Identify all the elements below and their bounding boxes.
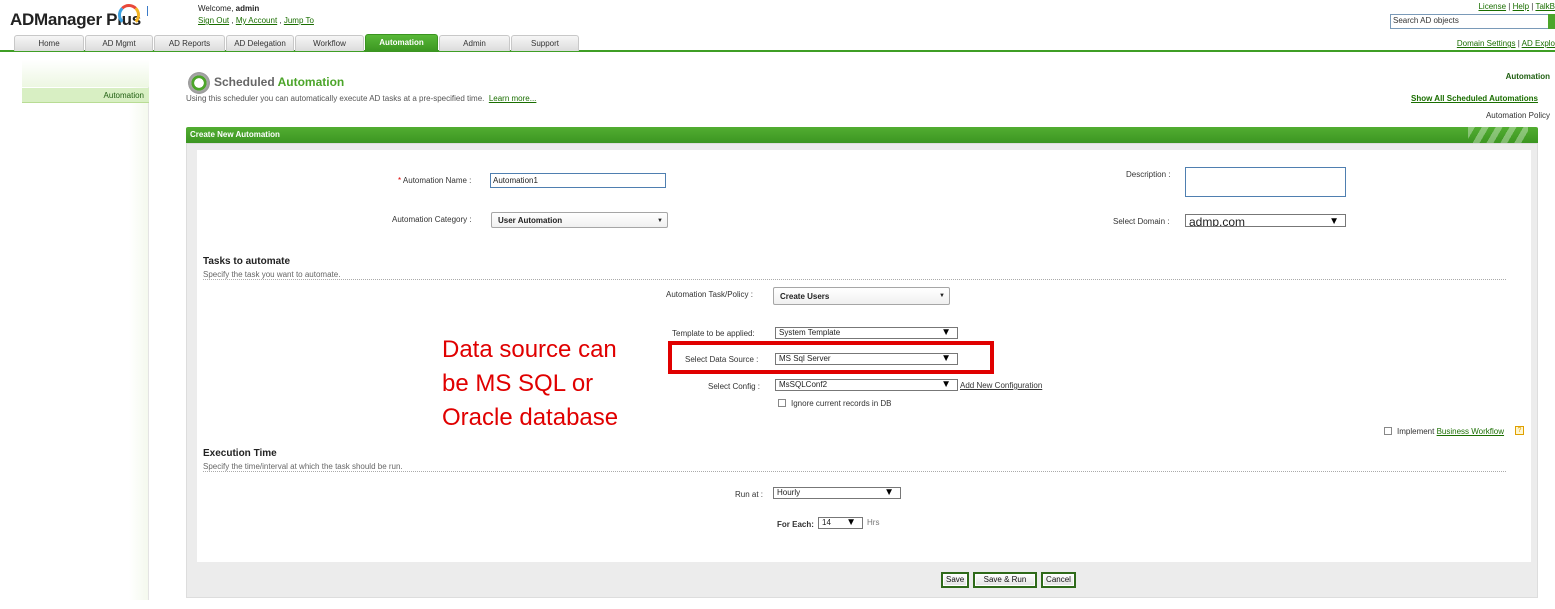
help-link[interactable]: Help <box>1513 2 1529 11</box>
tab-ad-mgmt[interactable]: AD Mgmt <box>85 35 153 51</box>
talkback-link[interactable]: TalkB <box>1535 2 1555 11</box>
tasks-section-desc: Specify the task you want to automate. <box>203 270 341 279</box>
data-source-dropdown[interactable]: MS Sql Server ▼ <box>775 353 958 365</box>
help-icon[interactable]: ? <box>1515 426 1524 435</box>
chevron-down-icon: ▼ <box>846 517 856 528</box>
select-domain-label: Select Domain : <box>1113 217 1170 226</box>
select-config-label: Select Config : <box>708 382 761 391</box>
divider <box>203 279 1506 280</box>
ad-explorer-link[interactable]: AD Explo <box>1522 39 1555 48</box>
sidebar-header <box>22 60 149 87</box>
for-each-dropdown[interactable]: 14 ▼ <box>818 517 863 529</box>
chevron-down-icon: ▼ <box>1329 216 1339 227</box>
template-dropdown[interactable]: System Template ▼ <box>775 327 958 339</box>
run-at-label: Run at : <box>735 490 764 499</box>
top-links: License | Help | TalkB <box>1478 2 1555 11</box>
chevron-down-icon: ▼ <box>939 293 945 299</box>
license-link[interactable]: License <box>1478 2 1506 11</box>
page-title: Scheduled Automation <box>214 75 345 89</box>
automation-task-label: Automation Task/Policy : <box>666 290 754 299</box>
username: admin <box>235 4 260 13</box>
domain-settings-link[interactable]: Domain Settings <box>1457 39 1516 48</box>
annotation-text: Data source can be MS SQL or Oracle data… <box>442 336 619 431</box>
sidebar-item-automation-policy[interactable]: Automation Policy <box>1486 111 1550 120</box>
sidebar-item-automation[interactable]: Automation <box>22 88 149 103</box>
ignore-records-label: Ignore current records in DB <box>791 399 892 408</box>
my-account-link[interactable]: My Account <box>236 16 277 25</box>
welcome-text: Welcome, admin <box>198 4 260 13</box>
search-go-button[interactable] <box>1548 14 1555 29</box>
add-new-configuration-link[interactable]: Add New Configuration <box>960 381 1042 390</box>
automation-category-label: Automation Category : <box>392 215 472 224</box>
ignore-records-checkbox[interactable] <box>778 399 786 407</box>
select-config-dropdown[interactable]: MsSQLConf2 ▼ <box>775 379 958 391</box>
description-label: Description : <box>1126 170 1171 179</box>
tab-admin[interactable]: Admin <box>439 35 510 51</box>
chevron-down-icon: ▼ <box>657 218 663 224</box>
implement-workflow-label: Implement Business Workflow <box>1397 427 1505 436</box>
jump-to-link[interactable]: Jump To <box>284 16 314 25</box>
logo-separator <box>147 6 148 16</box>
tab-support[interactable]: Support <box>511 35 579 51</box>
chevron-down-icon: ▼ <box>941 353 951 364</box>
tab-home[interactable]: Home <box>14 35 84 51</box>
tab-workflow[interactable]: Workflow <box>295 35 364 51</box>
learn-more-link[interactable]: Learn more... <box>489 94 537 103</box>
page-description: Using this scheduler you can automatical… <box>186 94 537 103</box>
template-label: Template to be applied: <box>672 329 755 338</box>
data-source-label: Select Data Source : <box>685 355 759 364</box>
chevron-down-icon: ▼ <box>941 379 951 390</box>
save-and-run-button[interactable]: Save & Run <box>973 572 1037 588</box>
main-tab-bar: Home AD Mgmt AD Reports AD Delegation Wo… <box>0 34 1555 52</box>
sidebar-title: Automation <box>1505 72 1550 81</box>
settings-links: Domain Settings | AD Explo <box>1456 39 1555 48</box>
tasks-section-title: Tasks to automate <box>203 256 291 267</box>
business-workflow-link[interactable]: Business Workflow <box>1437 427 1504 436</box>
implement-workflow-checkbox[interactable] <box>1384 427 1392 435</box>
tab-automation[interactable]: Automation <box>365 34 438 52</box>
tab-ad-delegation[interactable]: AD Delegation <box>226 35 294 51</box>
chevron-down-icon: ▼ <box>941 327 951 338</box>
sidebar <box>22 60 149 600</box>
run-at-dropdown[interactable]: Hourly ▼ <box>773 487 901 499</box>
for-each-label: For Each: <box>777 520 814 529</box>
automation-task-select[interactable]: Create Users ▼ <box>773 287 950 305</box>
tab-ad-reports[interactable]: AD Reports <box>154 35 225 51</box>
sign-out-link[interactable]: Sign Out <box>198 16 229 25</box>
automation-category-select[interactable]: User Automation ▼ <box>491 212 668 228</box>
execution-section-title: Execution Time <box>203 448 277 459</box>
save-button[interactable]: Save <box>941 572 969 588</box>
panel-header: Create New Automation <box>186 127 1538 143</box>
automation-gear-icon <box>188 72 210 94</box>
description-textarea[interactable] <box>1185 167 1346 197</box>
cancel-button[interactable]: Cancel <box>1041 572 1076 588</box>
select-domain-dropdown[interactable]: admp.com ▼ <box>1185 214 1346 227</box>
app-logo: ADManager Plus <box>10 4 141 30</box>
automation-name-input[interactable]: Automation1 <box>490 173 666 188</box>
divider <box>203 471 1506 472</box>
automation-name-label: * Automation Name : <box>398 176 472 185</box>
user-links: Sign Out , My Account , Jump To <box>198 16 314 25</box>
search-input[interactable]: Search AD objects <box>1390 14 1550 29</box>
execution-section-desc: Specify the time/interval at which the t… <box>203 462 403 471</box>
chevron-down-icon: ▼ <box>884 487 894 498</box>
hours-unit-label: Hrs <box>867 518 880 527</box>
show-all-automations-link[interactable]: Show All Scheduled Automations <box>1411 94 1538 103</box>
